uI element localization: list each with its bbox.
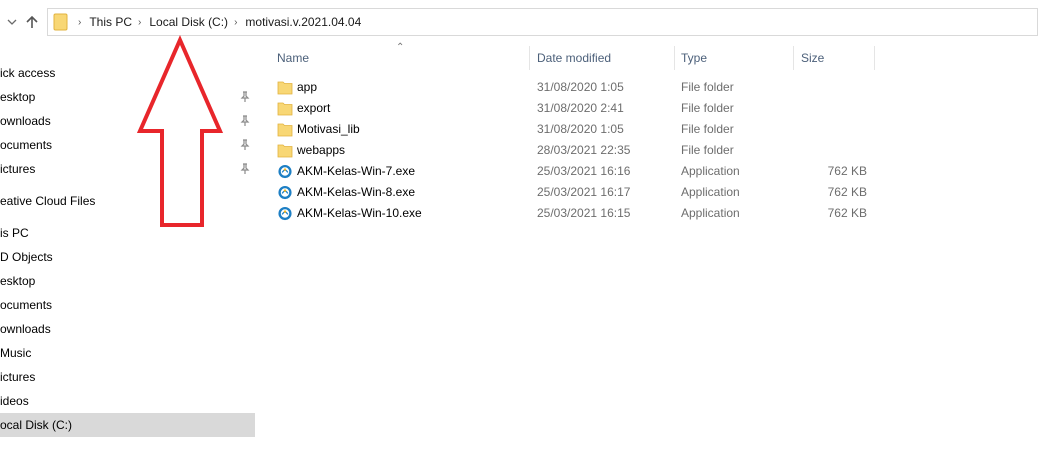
pin-icon	[240, 139, 250, 150]
sidebar-item-pictures[interactable]: ictures	[0, 365, 255, 389]
navigation-bar: › This PC › Local Disk (C:) › motivasi.v…	[0, 0, 1038, 46]
column-header-size[interactable]: Size	[801, 46, 824, 70]
sidebar-item-label: ocuments	[0, 298, 53, 312]
breadcrumb-local-disk[interactable]: Local Disk (C:)	[149, 15, 228, 29]
breadcrumb-current-folder[interactable]: motivasi.v.2021.04.04	[245, 15, 361, 29]
sidebar-item-label: ideos	[0, 394, 29, 408]
file-date: 31/08/2020 1:05	[537, 80, 624, 94]
sort-ascending-icon: ⌃	[396, 42, 405, 53]
file-type: File folder	[681, 143, 734, 157]
file-name: export	[297, 101, 331, 115]
file-type: File folder	[681, 122, 734, 136]
application-icon	[278, 185, 292, 200]
sidebar-item-label: ictures	[0, 370, 36, 384]
breadcrumb-this-pc[interactable]: This PC	[89, 15, 132, 29]
file-row-akm-win-10[interactable]: AKM-Kelas-Win-10.exe 25/03/2021 16:15 Ap…	[271, 203, 1038, 224]
sidebar-item-3d-objects[interactable]: D Objects	[0, 245, 255, 269]
column-header-type[interactable]: Type	[681, 46, 707, 70]
breadcrumb-chevron-icon[interactable]: ›	[78, 17, 81, 28]
file-name: app	[297, 80, 318, 94]
sidebar-item-quick-access[interactable]: ick access	[0, 61, 255, 85]
file-type: Application	[681, 164, 740, 178]
sidebar-item-desktop-pinned[interactable]: esktop	[0, 85, 255, 109]
sidebar-item-videos[interactable]: ideos	[0, 389, 255, 413]
sidebar-item-label: ick access	[0, 66, 56, 80]
sidebar-item-this-pc[interactable]: is PC	[0, 221, 255, 245]
file-name: webapps	[297, 143, 346, 157]
sidebar-item-label: ictures	[0, 162, 36, 176]
folder-icon	[50, 8, 72, 36]
sidebar-item-label: ownloads	[0, 322, 51, 336]
folder-icon	[277, 102, 293, 116]
up-arrow-icon[interactable]	[24, 14, 40, 30]
file-type: File folder	[681, 80, 734, 94]
sidebar-item-music[interactable]: Music	[0, 341, 255, 365]
sidebar-item-downloads-pinned[interactable]: ownloads	[0, 109, 255, 133]
sidebar-item-documents[interactable]: ocuments	[0, 293, 255, 317]
folder-icon	[277, 81, 293, 95]
file-type: Application	[681, 185, 740, 199]
sidebar-item-creative-cloud-files[interactable]: eative Cloud Files	[0, 189, 255, 213]
file-date: 31/08/2020 1:05	[537, 122, 624, 136]
sidebar-item-documents-pinned[interactable]: ocuments	[0, 133, 255, 157]
file-row-akm-win-7[interactable]: AKM-Kelas-Win-7.exe 25/03/2021 16:16 App…	[271, 161, 1038, 182]
application-icon	[278, 206, 292, 221]
file-date: 25/03/2021 16:15	[537, 206, 631, 220]
pin-icon	[240, 163, 250, 174]
file-type: File folder	[681, 101, 734, 115]
file-name: AKM-Kelas-Win-10.exe	[297, 206, 422, 220]
folder-icon	[277, 144, 293, 158]
sidebar-item-local-disk[interactable]: ocal Disk (C:)	[0, 413, 255, 437]
column-header-name[interactable]: Name	[277, 46, 309, 70]
file-date: 25/03/2021 16:16	[537, 164, 631, 178]
file-row-motivasi-lib[interactable]: Motivasi_lib 31/08/2020 1:05 File folder	[271, 119, 1038, 140]
sidebar-item-label: eative Cloud Files	[0, 194, 96, 208]
file-row-webapps[interactable]: webapps 28/03/2021 22:35 File folder	[271, 140, 1038, 161]
file-row-app[interactable]: app 31/08/2020 1:05 File folder	[271, 77, 1038, 98]
navigation-pane: ick access esktop ownloads ocuments ictu…	[0, 46, 255, 458]
column-header-date-modified[interactable]: Date modified	[537, 46, 611, 70]
column-divider[interactable]	[674, 46, 675, 70]
application-icon	[278, 164, 292, 179]
sidebar-item-downloads[interactable]: ownloads	[0, 317, 255, 341]
column-divider[interactable]	[874, 46, 875, 70]
sidebar-item-pictures-pinned[interactable]: ictures	[0, 157, 255, 181]
file-row-akm-win-8[interactable]: AKM-Kelas-Win-8.exe 25/03/2021 16:17 App…	[271, 182, 1038, 203]
address-bar[interactable]: › This PC › Local Disk (C:) › motivasi.v…	[47, 8, 1038, 36]
breadcrumb-chevron-icon[interactable]: ›	[138, 17, 141, 28]
recent-locations-chevron-icon[interactable]	[4, 14, 20, 30]
column-divider[interactable]	[529, 46, 530, 70]
file-name: AKM-Kelas-Win-7.exe	[297, 164, 416, 178]
file-date: 28/03/2021 22:35	[537, 143, 631, 157]
pin-icon	[240, 91, 250, 102]
sidebar-item-label: ocuments	[0, 138, 53, 152]
sidebar-item-label: D Objects	[0, 250, 53, 264]
pin-icon	[240, 115, 250, 126]
file-name: AKM-Kelas-Win-8.exe	[297, 185, 416, 199]
file-type: Application	[681, 206, 740, 220]
file-size: 762 KB	[827, 164, 867, 178]
file-size: 762 KB	[827, 185, 867, 199]
sidebar-item-label: Music	[0, 346, 32, 360]
file-date: 31/08/2020 2:41	[537, 101, 624, 115]
sidebar-item-label: ocal Disk (C:)	[0, 418, 73, 432]
file-row-export[interactable]: export 31/08/2020 2:41 File folder	[271, 98, 1038, 119]
sidebar-item-desktop[interactable]: esktop	[0, 269, 255, 293]
file-size: 762 KB	[827, 206, 867, 220]
sidebar-item-label: esktop	[0, 274, 36, 288]
sidebar-item-label: is PC	[0, 226, 29, 240]
sidebar-item-label: esktop	[0, 90, 36, 104]
column-divider[interactable]	[793, 46, 794, 70]
file-list: Name ⌃ Date modified Type Size app 31/08…	[271, 42, 1038, 458]
folder-icon	[277, 123, 293, 137]
sidebar-item-label: ownloads	[0, 114, 51, 128]
breadcrumb-chevron-icon[interactable]: ›	[234, 17, 237, 28]
file-name: Motivasi_lib	[297, 122, 360, 136]
file-date: 25/03/2021 16:17	[537, 185, 631, 199]
